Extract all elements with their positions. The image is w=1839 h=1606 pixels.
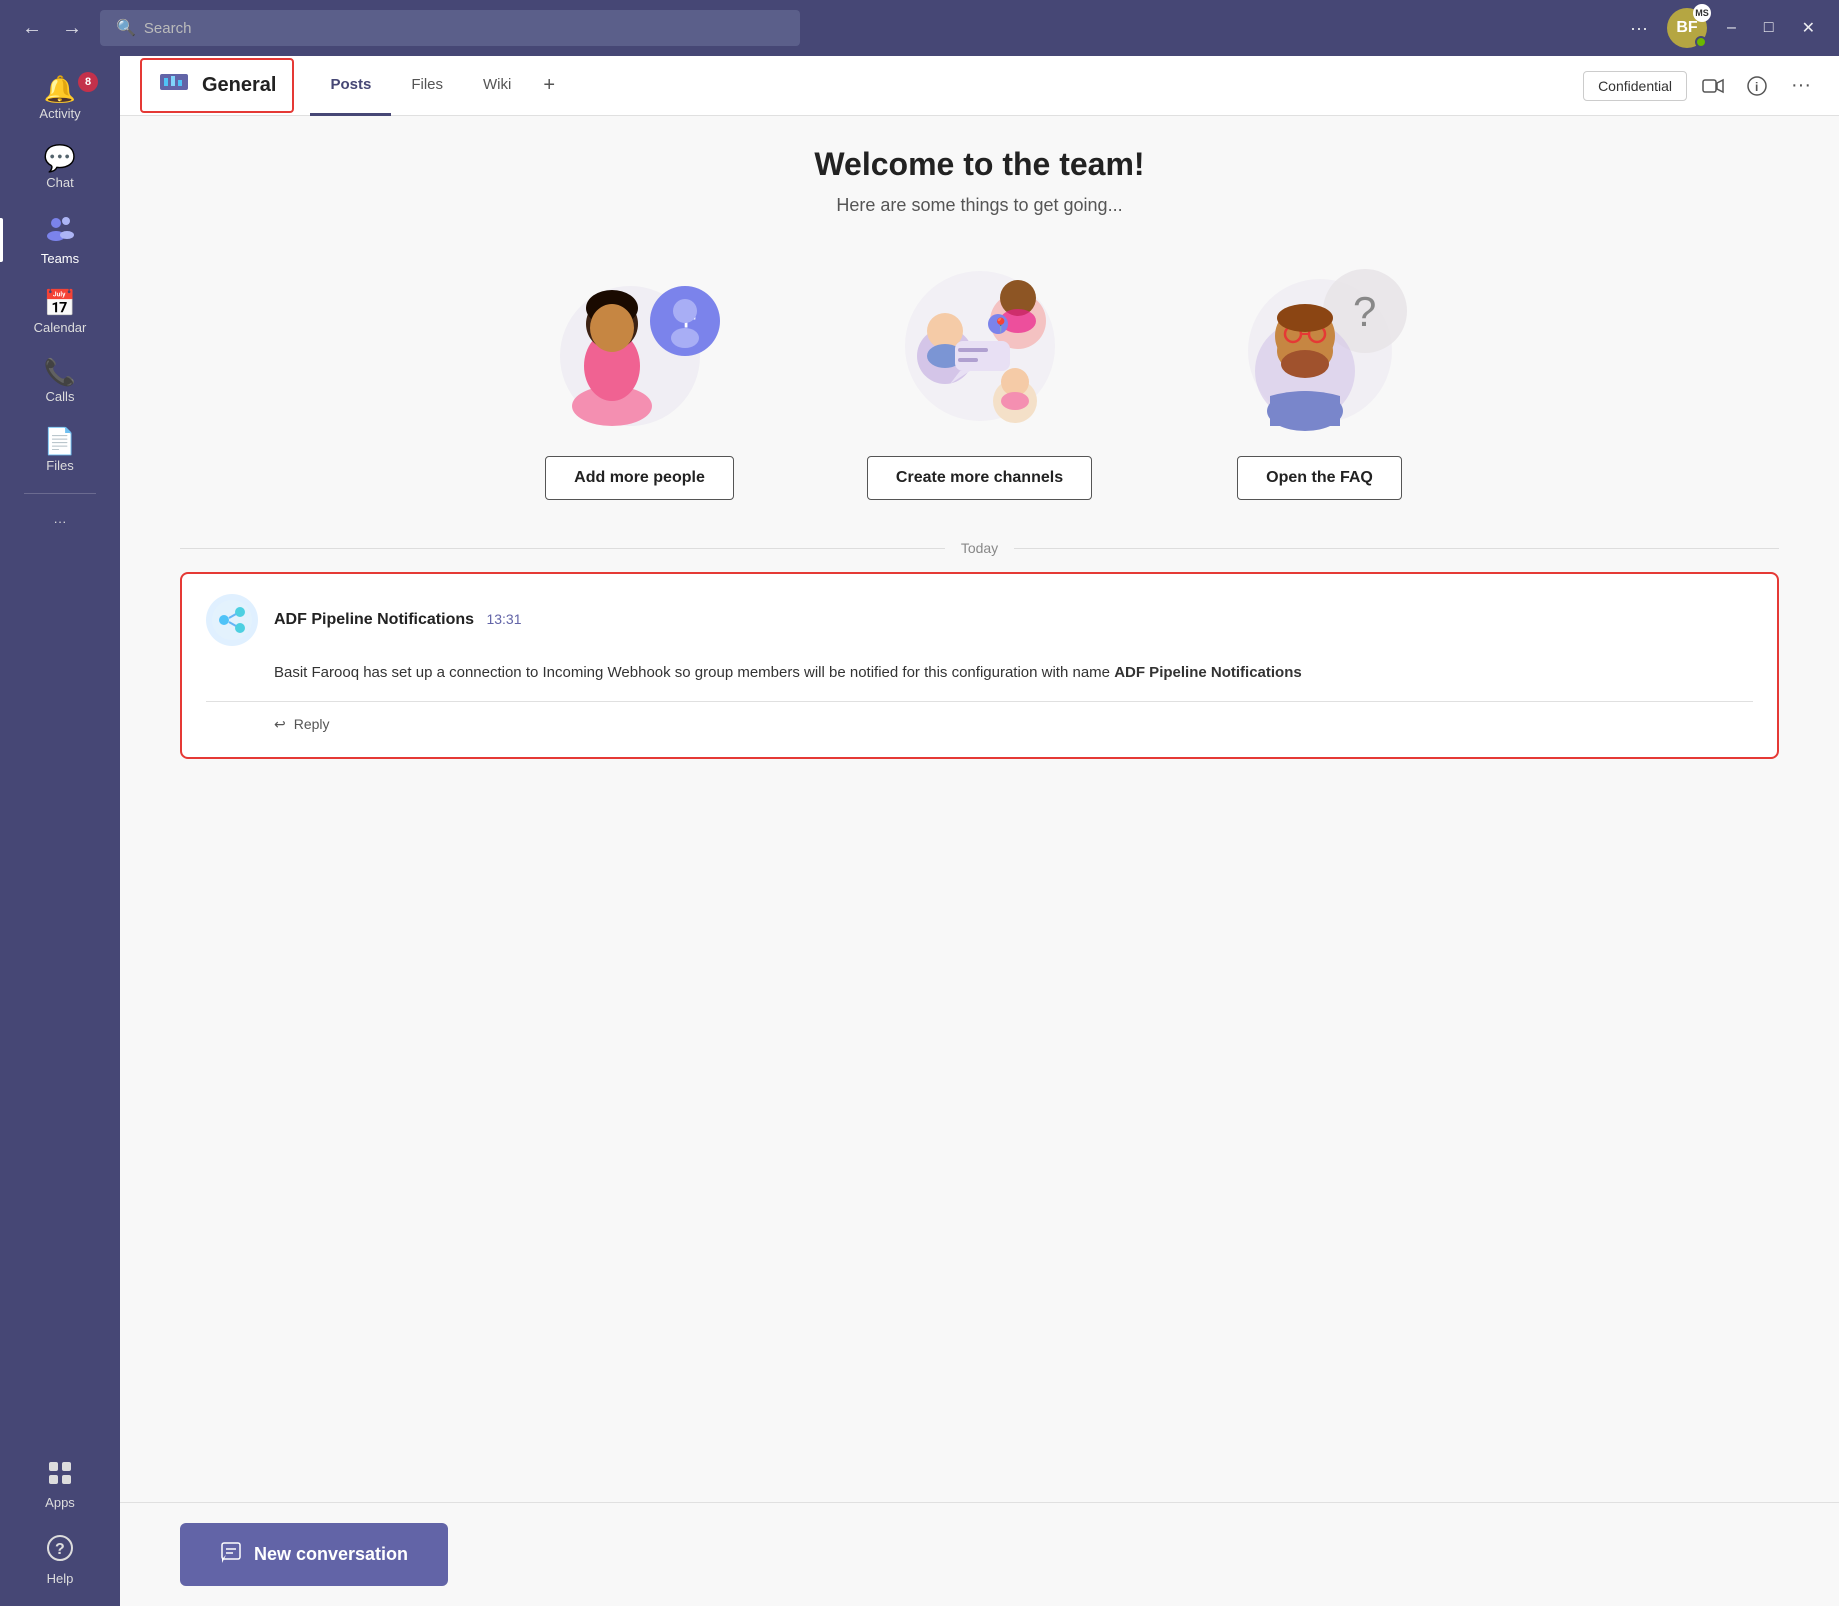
sidebar-apps-label: Apps — [45, 1495, 75, 1510]
add-people-card: + Add more people — [500, 256, 780, 500]
create-channels-illustration: 📍 — [870, 256, 1090, 436]
channel-title-box[interactable]: General — [140, 58, 294, 113]
message-sender: ADF Pipeline Notifications — [274, 611, 474, 628]
more-options-button[interactable]: ··· — [1623, 12, 1655, 44]
info-button[interactable]: i — [1739, 68, 1775, 104]
search-icon: 🔍 — [116, 18, 136, 38]
new-conv-icon — [220, 1541, 242, 1568]
chat-icon: 💬 — [44, 145, 76, 171]
video-button[interactable] — [1695, 68, 1731, 104]
bell-icon: 🔔 — [44, 76, 76, 102]
message-time: 13:31 — [486, 611, 521, 627]
message-avatar — [206, 594, 258, 646]
ms-badge: MS — [1693, 4, 1711, 22]
message-divider — [206, 701, 1753, 702]
sidebar-item-activity[interactable]: 8 🔔 Activity — [0, 66, 120, 131]
faq-card: ? — [1180, 256, 1460, 500]
message-body: Basit Farooq has set up a connection to … — [274, 662, 1753, 685]
avatar-container[interactable]: BF MS — [1667, 8, 1707, 48]
add-more-people-button[interactable]: Add more people — [545, 456, 734, 500]
files-icon: 📄 — [44, 428, 76, 454]
more-button[interactable]: ··· — [1783, 68, 1819, 104]
reply-button[interactable]: ↩ Reply — [274, 712, 1753, 737]
message-card: ADF Pipeline Notifications 13:31 Basit F… — [180, 572, 1779, 759]
sidebar-teams-label: Teams — [41, 251, 79, 266]
sidebar-chat-label: Chat — [46, 175, 73, 190]
confidential-button[interactable]: Confidential — [1583, 71, 1687, 101]
sidebar-calls-label: Calls — [46, 389, 75, 404]
more-dots-label: ··· — [54, 514, 67, 529]
channel-name: General — [202, 74, 276, 97]
search-input[interactable] — [144, 20, 784, 37]
sidebar-item-more[interactable]: ··· — [0, 504, 120, 539]
calendar-icon: 📅 — [44, 290, 76, 316]
minimize-button[interactable]: – — [1719, 15, 1744, 41]
welcome-section: Welcome to the team! Here are some thing… — [180, 146, 1779, 500]
sidebar-item-teams[interactable]: Teams — [0, 204, 120, 276]
channel-actions: Confidential i ··· — [1583, 68, 1819, 104]
sidebar-files-label: Files — [46, 458, 73, 473]
message-header: ADF Pipeline Notifications 13:31 — [206, 594, 1753, 646]
add-tab-button[interactable]: + — [531, 56, 567, 116]
welcome-subtitle: Here are some things to get going... — [180, 195, 1779, 216]
channel-icon — [158, 66, 190, 105]
status-dot — [1695, 36, 1707, 48]
main-content: General Posts Files Wiki + Confidential — [120, 56, 1839, 1606]
tab-wiki[interactable]: Wiki — [463, 56, 531, 116]
today-label: Today — [961, 540, 998, 556]
sidebar: 8 🔔 Activity 💬 Chat Teams 📅 Calendar — [0, 56, 120, 1606]
sidebar-help-label: Help — [47, 1571, 74, 1586]
today-section: Today — [180, 540, 1779, 759]
sidebar-item-files[interactable]: 📄 Files — [0, 418, 120, 483]
tab-posts[interactable]: Posts — [310, 56, 391, 116]
activity-badge: 8 — [78, 72, 98, 92]
new-conversation-bar: New conversation — [120, 1502, 1839, 1606]
sidebar-calendar-label: Calendar — [34, 320, 87, 335]
search-bar[interactable]: 🔍 — [100, 10, 800, 46]
svg-text:?: ? — [55, 1541, 65, 1558]
sidebar-item-calls[interactable]: 📞 Calls — [0, 349, 120, 414]
calls-icon: 📞 — [44, 359, 76, 385]
nav-buttons: ← → — [16, 12, 88, 44]
tab-files[interactable]: Files — [391, 56, 463, 116]
apps-icon — [46, 1459, 74, 1491]
title-bar-actions: ··· BF MS – □ ✕ — [1623, 8, 1823, 48]
sidebar-item-calendar[interactable]: 📅 Calendar — [0, 280, 120, 345]
svg-text:i: i — [1755, 80, 1758, 94]
sidebar-item-chat[interactable]: 💬 Chat — [0, 135, 120, 200]
today-divider: Today — [180, 540, 1779, 556]
posts-content: Welcome to the team! Here are some thing… — [120, 116, 1839, 1502]
help-icon: ? — [46, 1534, 74, 1567]
svg-text:?: ? — [1353, 288, 1376, 335]
reply-icon: ↩ — [274, 716, 286, 733]
create-channels-button[interactable]: Create more channels — [867, 456, 1092, 500]
faq-illustration: ? — [1210, 256, 1430, 436]
welcome-title: Welcome to the team! — [180, 146, 1779, 183]
sidebar-item-help[interactable]: ? Help — [0, 1524, 120, 1596]
sidebar-activity-label: Activity — [39, 106, 80, 121]
back-button[interactable]: ← — [16, 12, 48, 44]
close-button[interactable]: ✕ — [1794, 14, 1823, 42]
sidebar-divider — [24, 493, 96, 494]
create-channels-card: 📍 Create more channels — [840, 256, 1120, 500]
channel-header: General Posts Files Wiki + Confidential — [120, 56, 1839, 116]
message-meta: ADF Pipeline Notifications 13:31 — [274, 611, 522, 629]
sidebar-item-apps[interactable]: Apps — [0, 1449, 120, 1520]
app-body: 8 🔔 Activity 💬 Chat Teams 📅 Calendar — [0, 56, 1839, 1606]
svg-text:📍: 📍 — [992, 317, 1009, 334]
new-conv-label: New conversation — [254, 1544, 408, 1565]
add-people-illustration: + — [530, 256, 750, 436]
open-faq-button[interactable]: Open the FAQ — [1237, 456, 1402, 500]
forward-button[interactable]: → — [56, 12, 88, 44]
teams-icon — [46, 214, 74, 247]
title-bar: ← → 🔍 ··· BF MS – □ ✕ — [0, 0, 1839, 56]
action-cards: + Add more people — [180, 256, 1779, 500]
channel-tabs: Posts Files Wiki + — [310, 56, 567, 116]
maximize-button[interactable]: □ — [1756, 15, 1782, 41]
new-conversation-button[interactable]: New conversation — [180, 1523, 448, 1586]
